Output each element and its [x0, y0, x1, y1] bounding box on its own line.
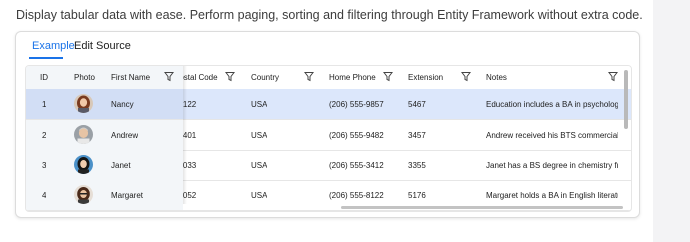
first-name-filter-icon[interactable]: [164, 71, 174, 82]
header-id[interactable]: ID: [40, 73, 48, 82]
data-grid: Postal Code Country Home Phone Extension…: [25, 65, 632, 212]
cell-id: 2: [42, 131, 47, 140]
header-country[interactable]: Country: [251, 73, 279, 82]
home-phone-filter-icon[interactable]: [383, 71, 393, 82]
cell-home-phone: (206) 555-8122: [329, 191, 384, 200]
employee-photo: [74, 94, 93, 113]
frozen-header: ID Photo First Name: [26, 66, 183, 90]
header-photo[interactable]: Photo: [74, 73, 95, 82]
header-home-phone[interactable]: Home Phone: [329, 73, 376, 82]
cell-notes: Andrew received his BTS commercial in 1.…: [486, 131, 618, 140]
cell-extension: 5176: [408, 191, 426, 200]
cell-country: USA: [251, 191, 268, 200]
frozen-row[interactable]: 2 Andrew: [26, 120, 183, 151]
horizontal-scrollbar[interactable]: [341, 206, 623, 209]
employee-photo: [74, 155, 93, 174]
employee-photo: [74, 185, 93, 204]
country-filter-icon[interactable]: [304, 71, 314, 82]
active-tab-indicator: [29, 57, 63, 59]
tab-edit-source[interactable]: Edit Source: [74, 40, 131, 52]
cell-notes: Janet has a BS degree in chemistry from …: [486, 161, 618, 170]
cell-country: USA: [251, 131, 268, 140]
cell-home-phone: (206) 555-9482: [329, 131, 384, 140]
demo-card: Example Edit Source Postal Code Country …: [15, 31, 640, 218]
cell-extension: 5467: [408, 100, 426, 109]
cell-id: 1: [42, 100, 47, 109]
employee-photo: [74, 125, 93, 144]
page-description: Display tabular data with ease. Perform …: [16, 8, 643, 22]
cell-first-name: Andrew: [111, 131, 139, 140]
cell-notes: Margaret holds a BA in English literatur…: [486, 191, 618, 200]
right-edge-panel: [653, 0, 690, 242]
postal-code-filter-icon[interactable]: [225, 71, 235, 82]
tab-example[interactable]: Example: [32, 40, 75, 52]
header-notes[interactable]: Notes: [486, 73, 507, 82]
frozen-columns: ID Photo First Name 1 Nancy 2 Andrew 3 J…: [26, 66, 183, 211]
vertical-scrollbar[interactable]: [624, 70, 628, 129]
cell-home-phone: (206) 555-3412: [329, 161, 384, 170]
cell-first-name: Nancy: [111, 100, 134, 109]
cell-extension: 3457: [408, 131, 426, 140]
frozen-row[interactable]: 3 Janet: [26, 150, 183, 181]
cell-id: 3: [42, 161, 47, 170]
extension-filter-icon[interactable]: [461, 71, 471, 82]
cell-home-phone: (206) 555-9857: [329, 100, 384, 109]
cell-extension: 3355: [408, 161, 426, 170]
tab-bar: Example Edit Source: [16, 32, 639, 62]
frozen-row[interactable]: 4 Margaret: [26, 180, 183, 211]
notes-filter-icon[interactable]: [608, 71, 618, 82]
cell-country: USA: [251, 161, 268, 170]
cell-first-name: Margaret: [111, 191, 144, 200]
header-first-name[interactable]: First Name: [111, 73, 150, 82]
cell-notes: Education includes a BA in psychology fr…: [486, 100, 618, 109]
cell-first-name: Janet: [111, 161, 131, 170]
cell-country: USA: [251, 100, 268, 109]
header-extension[interactable]: Extension: [408, 73, 443, 82]
cell-id: 4: [42, 191, 47, 200]
frozen-row[interactable]: 1 Nancy: [26, 89, 183, 120]
frozen-divider-shadow: [183, 66, 187, 204]
